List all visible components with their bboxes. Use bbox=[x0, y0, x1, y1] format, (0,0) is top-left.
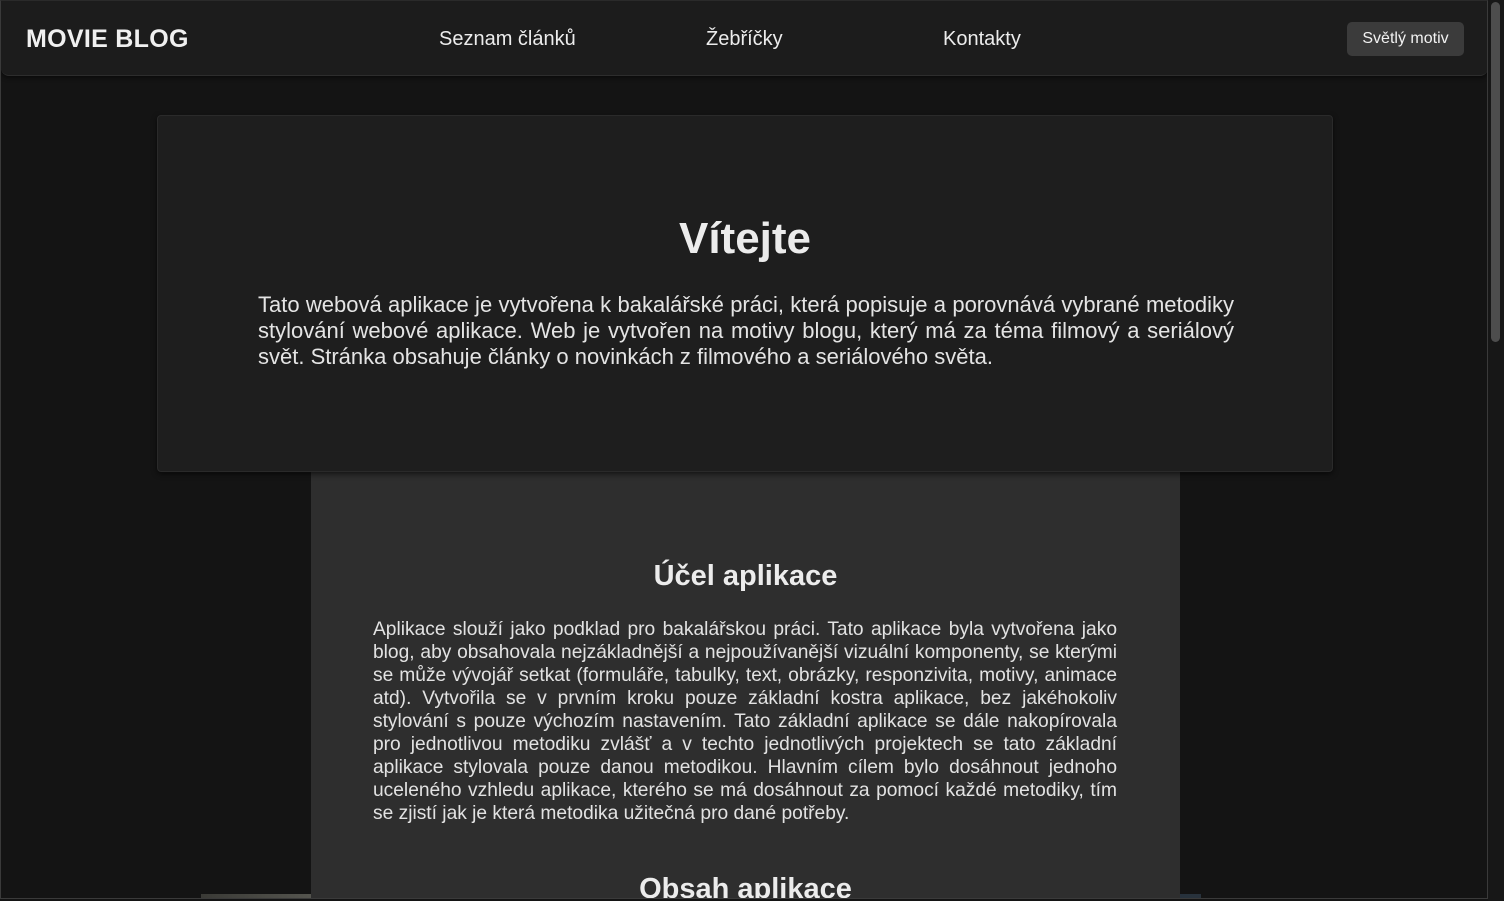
theme-toggle-button[interactable]: Světlý motiv bbox=[1347, 22, 1464, 56]
welcome-text: Tato webová aplikace je vytvořena k baka… bbox=[258, 292, 1234, 369]
top-navbar: MOVIE BLOG Seznam článků Žebříčky Kontak… bbox=[1, 1, 1487, 76]
welcome-title: Vítejte bbox=[678, 214, 812, 263]
section-text-purpose: Aplikace slouží jako podklad pro bakalář… bbox=[373, 619, 1117, 824]
nav-link-rankings[interactable]: Žebříčky bbox=[706, 28, 783, 51]
nav-link-articles[interactable]: Seznam článků bbox=[439, 28, 576, 51]
content-card: Účel aplikace Aplikace slouží jako podkl… bbox=[311, 472, 1180, 899]
page-viewport: MOVIE BLOG Seznam článků Žebříčky Kontak… bbox=[0, 0, 1488, 899]
section-title-content: Obsah aplikace bbox=[639, 873, 852, 899]
vertical-scrollbar[interactable] bbox=[1488, 0, 1504, 901]
scrollbar-thumb[interactable] bbox=[1491, 2, 1500, 342]
welcome-card: Vítejte Tato webová aplikace je vytvořen… bbox=[157, 115, 1333, 472]
nav-link-contacts[interactable]: Kontakty bbox=[943, 28, 1021, 51]
section-title-purpose: Účel aplikace bbox=[653, 560, 838, 592]
brand-logo[interactable]: MOVIE BLOG bbox=[26, 25, 189, 54]
